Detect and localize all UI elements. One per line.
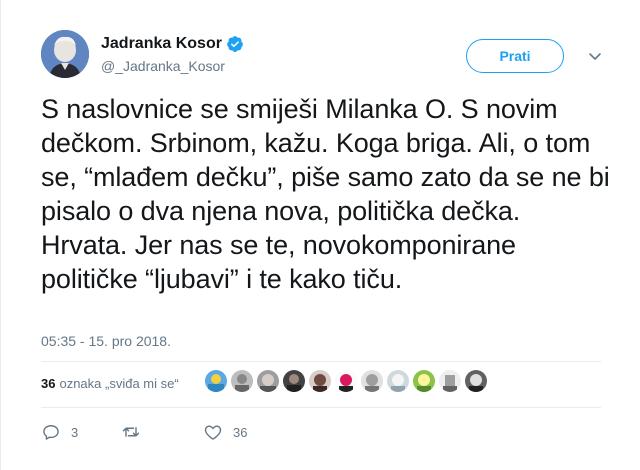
divider-bottom <box>41 407 601 408</box>
likes-summary-label: oznaka „sviđa mi se“ <box>59 376 179 391</box>
likes-summary[interactable]: 36 oznaka „sviđa mi se“ <box>41 376 179 391</box>
likes-summary-count: 36 <box>41 376 56 391</box>
likers-avatars <box>205 370 487 392</box>
liker-avatar[interactable] <box>361 370 383 392</box>
retweet-button[interactable] <box>121 422 151 442</box>
tweet-card: Jadranka Kosor @_Jadranka_Kosor Prati S … <box>0 0 640 470</box>
liker-avatar[interactable] <box>465 370 487 392</box>
liker-avatar[interactable] <box>257 370 279 392</box>
author-avatar[interactable] <box>41 30 89 78</box>
retweet-icon <box>122 427 140 437</box>
profile-photo-icon <box>41 30 89 78</box>
tweet-timestamp[interactable]: 05:35 - 15. pro 2018. <box>41 333 171 349</box>
liker-avatar[interactable] <box>205 370 227 392</box>
liker-avatar[interactable] <box>387 370 409 392</box>
liker-avatar[interactable] <box>413 370 435 392</box>
author-name-row: Jadranka Kosor <box>101 35 244 53</box>
liker-avatar[interactable] <box>283 370 305 392</box>
verified-badge-icon <box>227 36 243 52</box>
liker-avatar[interactable] <box>231 370 253 392</box>
follow-button[interactable]: Prati <box>466 39 564 73</box>
author-handle[interactable]: @_Jadranka_Kosor <box>101 58 225 74</box>
tweet-text: S naslovnice se smiješi Milanka O. S nov… <box>41 94 618 294</box>
liker-avatar[interactable] <box>335 370 357 392</box>
like-count: 36 <box>233 424 248 440</box>
divider-top <box>41 361 601 362</box>
chevron-down-icon[interactable] <box>587 48 603 64</box>
reply-icon <box>43 425 59 440</box>
author-name[interactable]: Jadranka Kosor <box>101 35 222 53</box>
like-button[interactable]: 36 <box>203 422 247 442</box>
reply-count: 3 <box>71 424 79 440</box>
liker-avatar[interactable] <box>309 370 331 392</box>
reply-button[interactable]: 3 <box>41 422 78 442</box>
heart-icon <box>204 425 222 440</box>
liker-avatar[interactable] <box>439 370 461 392</box>
